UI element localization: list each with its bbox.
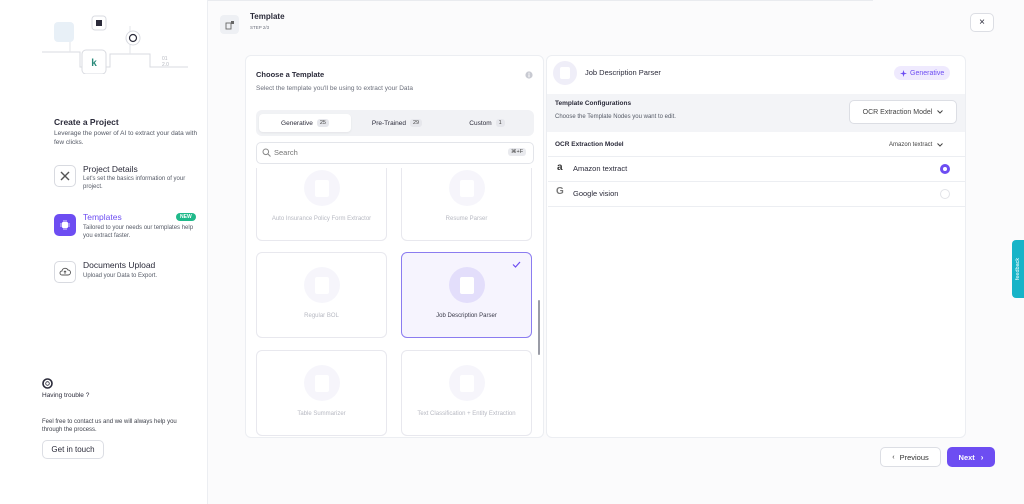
template-card-job-description-parser[interactable]: Job Description Parser [401,252,532,338]
template-card-text-classification[interactable]: Text Classification + Entity Extraction [401,350,532,436]
select-value: OCR Extraction Model [862,108,933,116]
section-toggle[interactable]: Amazon textract [889,142,944,148]
tab-generative[interactable]: Generative 25 [259,114,351,132]
amazon-icon: a [557,162,563,173]
feedback-label: feedback [1015,257,1021,281]
sidebar-title: Create a Project [54,117,119,127]
tab-count: 29 [409,119,423,127]
tab-label: Custom [469,119,492,127]
config-subtitle: Choose the Template Nodes you want to ed… [555,114,676,120]
tools-icon [54,165,76,187]
chevron-left-icon: ‹ [892,453,895,461]
next-label: Next [958,452,975,462]
tab-label: Pre-Trained [371,119,406,127]
document-icon [449,365,485,401]
section-title: OCR Extraction Model [555,141,624,148]
option-label: Google vision [573,189,619,198]
chooser-subtitle: Select the template you'll be using to e… [256,85,413,92]
info-icon[interactable] [525,71,533,79]
template-card-regular-bol[interactable]: Regular BOL [256,252,387,338]
tab-pre-trained[interactable]: Pre-Trained 29 [352,114,442,132]
section-value: Amazon textract [889,142,933,148]
get-in-touch-button[interactable]: Get in touch [42,440,104,459]
step-desc: Tailored to your needs our templates hel… [83,225,194,239]
divider [548,206,965,207]
search-shortcut: ⌘+F [508,148,527,156]
sparkle-icon [900,69,907,77]
template-card-resume-parser[interactable]: Resume Parser [401,168,532,241]
step-desc: Let's set the basics information of your… [83,176,186,190]
tab-count: 25 [316,119,329,127]
sidebar-subtitle: Leverage the power of AI to extract your… [54,130,198,146]
cloud-upload-icon [54,261,76,283]
project-illustration: k 01 2.0 [42,15,188,74]
search-input[interactable] [274,146,474,159]
lifebuoy-icon [42,378,53,389]
next-button[interactable]: Next › [947,447,995,467]
chip-icon [54,214,76,236]
tab-count: 1 [495,119,505,127]
step-indicator: STEP 2/3 [250,25,270,30]
illustration-letter: k [91,58,97,69]
card-label: Job Description Parser [436,313,497,319]
template-grid: Auto Insurance Policy Form Extractor Res… [246,168,543,438]
svg-text:2.0: 2.0 [162,62,169,68]
card-label: Table Summarizer [297,411,346,417]
check-icon [512,261,521,268]
sidebar: k 01 2.0 Create a Project Leverage the p… [0,0,208,504]
radio-selected[interactable] [940,164,950,174]
chooser-title: Choose a Template [256,70,325,79]
card-label: Text Classification + Entity Extraction [417,411,516,417]
document-icon [553,61,577,85]
option-label: Amazon textract [573,164,628,173]
document-icon [449,267,485,303]
card-label: Regular BOL [304,313,339,319]
detail-title: Job Description Parser [585,68,661,77]
template-card-auto-insurance[interactable]: Auto Insurance Policy Form Extractor [256,168,387,241]
page-title: Template [250,12,285,21]
help-text: Feel free to contact us and we will alwa… [42,419,177,433]
card-label: Auto Insurance Policy Form Extractor [271,216,372,222]
card-label: Resume Parser [445,216,488,222]
chevron-down-icon [937,143,944,147]
tag-label: Generative [910,69,945,77]
document-icon [449,170,485,206]
tab-custom[interactable]: Custom 1 [443,114,531,132]
radio-unselected[interactable] [940,189,950,199]
google-icon: G [556,186,564,197]
previous-label: Previous [899,452,929,462]
previous-button[interactable]: ‹ Previous [880,447,941,467]
template-icon [220,15,239,34]
document-icon [304,365,340,401]
config-title: Template Configurations [555,100,632,107]
grid-scrollbar[interactable] [538,300,540,355]
config-select[interactable]: OCR Extraction Model [849,100,957,124]
top-divider [208,0,873,1]
step-title: Documents Upload [83,260,156,270]
step-title: Templates [83,212,122,222]
feedback-tab[interactable]: feedback [1012,240,1024,298]
document-icon [304,170,340,206]
chevron-right-icon: › [980,452,984,462]
template-card-table-summarizer[interactable]: Table Summarizer [256,350,387,436]
chevron-down-icon [937,110,944,114]
step-title: Project Details [83,164,138,174]
new-badge: NEW [176,213,196,221]
document-icon [304,267,340,303]
step-desc: Upload your Data to Export. [83,273,158,279]
help-title: Having trouble ? [42,392,90,399]
search-icon [262,148,271,157]
tab-label: Generative [281,119,313,127]
generative-tag: Generative [894,66,951,80]
close-button[interactable]: × [970,13,994,32]
